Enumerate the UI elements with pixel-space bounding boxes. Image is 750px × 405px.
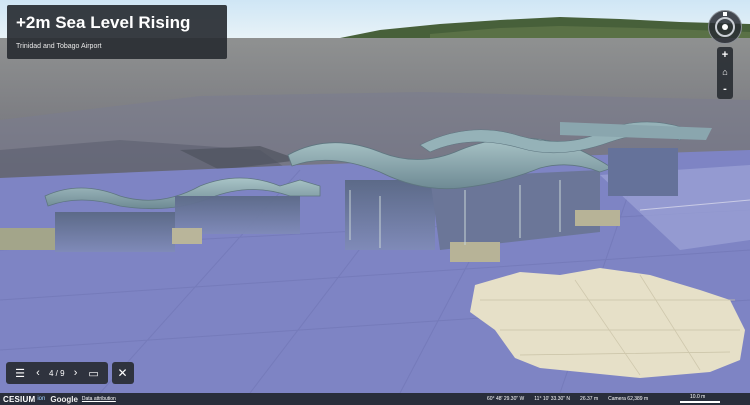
chevron-left-icon[interactable]: ‹	[29, 362, 47, 384]
zoom-in-button[interactable]: +	[717, 47, 733, 64]
story-title: +2m Sea Level Rising	[16, 13, 191, 32]
story-toolbar: ☰ ‹ 4 / 9 › ▭ ✕	[6, 362, 134, 384]
chevron-right-icon[interactable]: ›	[67, 362, 85, 384]
compass-icon[interactable]	[708, 10, 742, 44]
cesium-viewer[interactable]: +2m Sea Level Rising Trinidad and Tobago…	[0, 0, 750, 405]
zoom-out-button[interactable]: -	[717, 81, 733, 98]
longitude-readout: 60° 48' 29.30" W	[487, 396, 525, 402]
story-nav-group: ☰ ‹ 4 / 9 › ▭	[6, 362, 108, 384]
scale-label: 10.0 m	[690, 394, 706, 400]
tools-icon[interactable]: ✕	[111, 362, 134, 384]
distance-scale: 10.0 m	[680, 394, 724, 403]
compass-north-marker	[723, 12, 727, 16]
slide-counter: 4 / 9	[49, 368, 65, 378]
compass-center[interactable]	[722, 24, 728, 30]
coordinates-readout: 60° 48' 29.30" W 11° 10' 33.30" N 26.37 …	[487, 393, 648, 405]
credits: CESIUM ion Google Data attribution	[3, 395, 116, 404]
home-icon[interactable]: ⌂	[717, 64, 733, 81]
story-title-card: +2m Sea Level Rising Trinidad and Tobago…	[7, 5, 227, 59]
story-subtitle: Trinidad and Tobago Airport	[16, 43, 102, 50]
zoom-controls: + ⌂ -	[717, 47, 733, 99]
cesium-logo[interactable]: CESIUM	[3, 395, 35, 404]
google-logo: Google	[50, 394, 78, 404]
latitude-readout: 11° 10' 33.30" N	[534, 396, 571, 402]
scale-bar	[680, 401, 720, 403]
camera-height-readout: Camera 62,389 m	[608, 396, 649, 402]
monitor-icon[interactable]: ▭	[85, 362, 103, 384]
data-attribution-link[interactable]: Data attribution	[82, 396, 116, 402]
ion-label: ion	[37, 396, 46, 402]
3d-scene[interactable]	[0, 0, 750, 405]
status-bar: CESIUM ion Google Data attribution 60° 4…	[0, 393, 750, 405]
elevation-readout: 26.37 m	[580, 396, 599, 402]
list-icon[interactable]: ☰	[11, 362, 29, 384]
